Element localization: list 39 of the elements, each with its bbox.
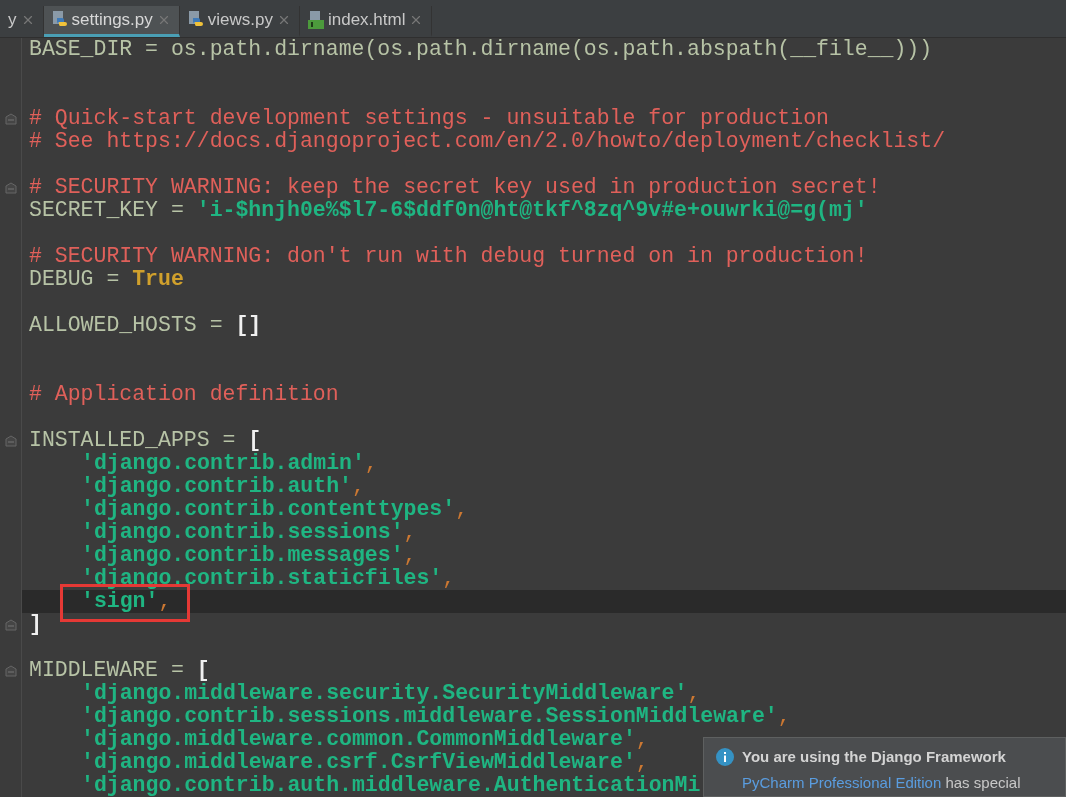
notification-text: PyCharm Professional Edition has special xyxy=(741,772,1022,793)
code-line: 'django.middleware.security.SecurityMiddleware', xyxy=(80,682,701,705)
code-line: 'sign', xyxy=(80,590,172,613)
code-line: # SECURITY WARNING: don't run with debug turned on in production! xyxy=(28,245,868,268)
code-line: INSTALLED_APPS = [ xyxy=(28,429,262,452)
notification-title: You are using the Django Framework xyxy=(742,747,1006,767)
editor-tab[interactable]: views.py xyxy=(179,6,300,37)
code-line: 'django.contrib.contenttypes', xyxy=(80,498,469,521)
editor-tab[interactable]: index.html xyxy=(299,6,433,37)
info-icon xyxy=(716,748,734,767)
fold-icon[interactable] xyxy=(4,112,17,125)
fold-icon[interactable] xyxy=(4,181,17,194)
code-line: 'django.contrib.admin', xyxy=(80,452,378,475)
code-line: # Quick-start development settings - unsuitable for production xyxy=(28,107,829,130)
python-file-icon xyxy=(51,11,68,29)
editor-tab[interactable]: y xyxy=(0,6,44,37)
code-line: 'django.middleware.common.CommonMiddleware', xyxy=(80,728,649,751)
code-line: 'django.contrib.auth', xyxy=(80,475,365,498)
fold-icon[interactable] xyxy=(4,618,17,631)
html-file-icon xyxy=(307,11,324,29)
code-line: 'django.contrib.messages', xyxy=(80,544,417,567)
code-line: ] xyxy=(28,613,42,636)
code-line: # Application definition xyxy=(28,383,339,406)
python-file-icon xyxy=(187,11,204,29)
code-line: 'django.contrib.staticfiles', xyxy=(80,567,456,590)
fold-icon[interactable] xyxy=(4,434,17,447)
code-line: SECRET_KEY = 'i-$hnjh0e%$l7-6$ddf0n@ht@tkf^8zq^9v#e+ouwrki@=g(mj' xyxy=(28,199,868,222)
code-line: 'django.contrib.sessions.middleware.SessionMiddleware', xyxy=(80,705,791,728)
code-line: BASE_DIR = os.path.dirname(os.path.dirname(os.path.abspath(__file__))) xyxy=(28,38,933,61)
fold-icon[interactable] xyxy=(4,664,17,677)
code-line: MIDDLEWARE = [ xyxy=(28,659,210,682)
code-line: 'django.contrib.auth.middleware.AuthenticationMi xyxy=(80,774,701,797)
code-line: # SECURITY WARNING: keep the secret key used in production secret! xyxy=(28,176,881,199)
code-line: # See https://docs.djangoproject.com/en/2.0/howto/deployment/checklist/ xyxy=(28,130,946,153)
editor-tab[interactable]: settings.py xyxy=(43,6,180,37)
code-line: 'django.contrib.sessions', xyxy=(80,521,417,544)
code-line: 'django.middleware.csrf.CsrfViewMiddleware', xyxy=(80,751,649,774)
code-line: ALLOWED_HOSTS = [] xyxy=(28,314,262,337)
code-line: DEBUG = True xyxy=(28,268,184,291)
